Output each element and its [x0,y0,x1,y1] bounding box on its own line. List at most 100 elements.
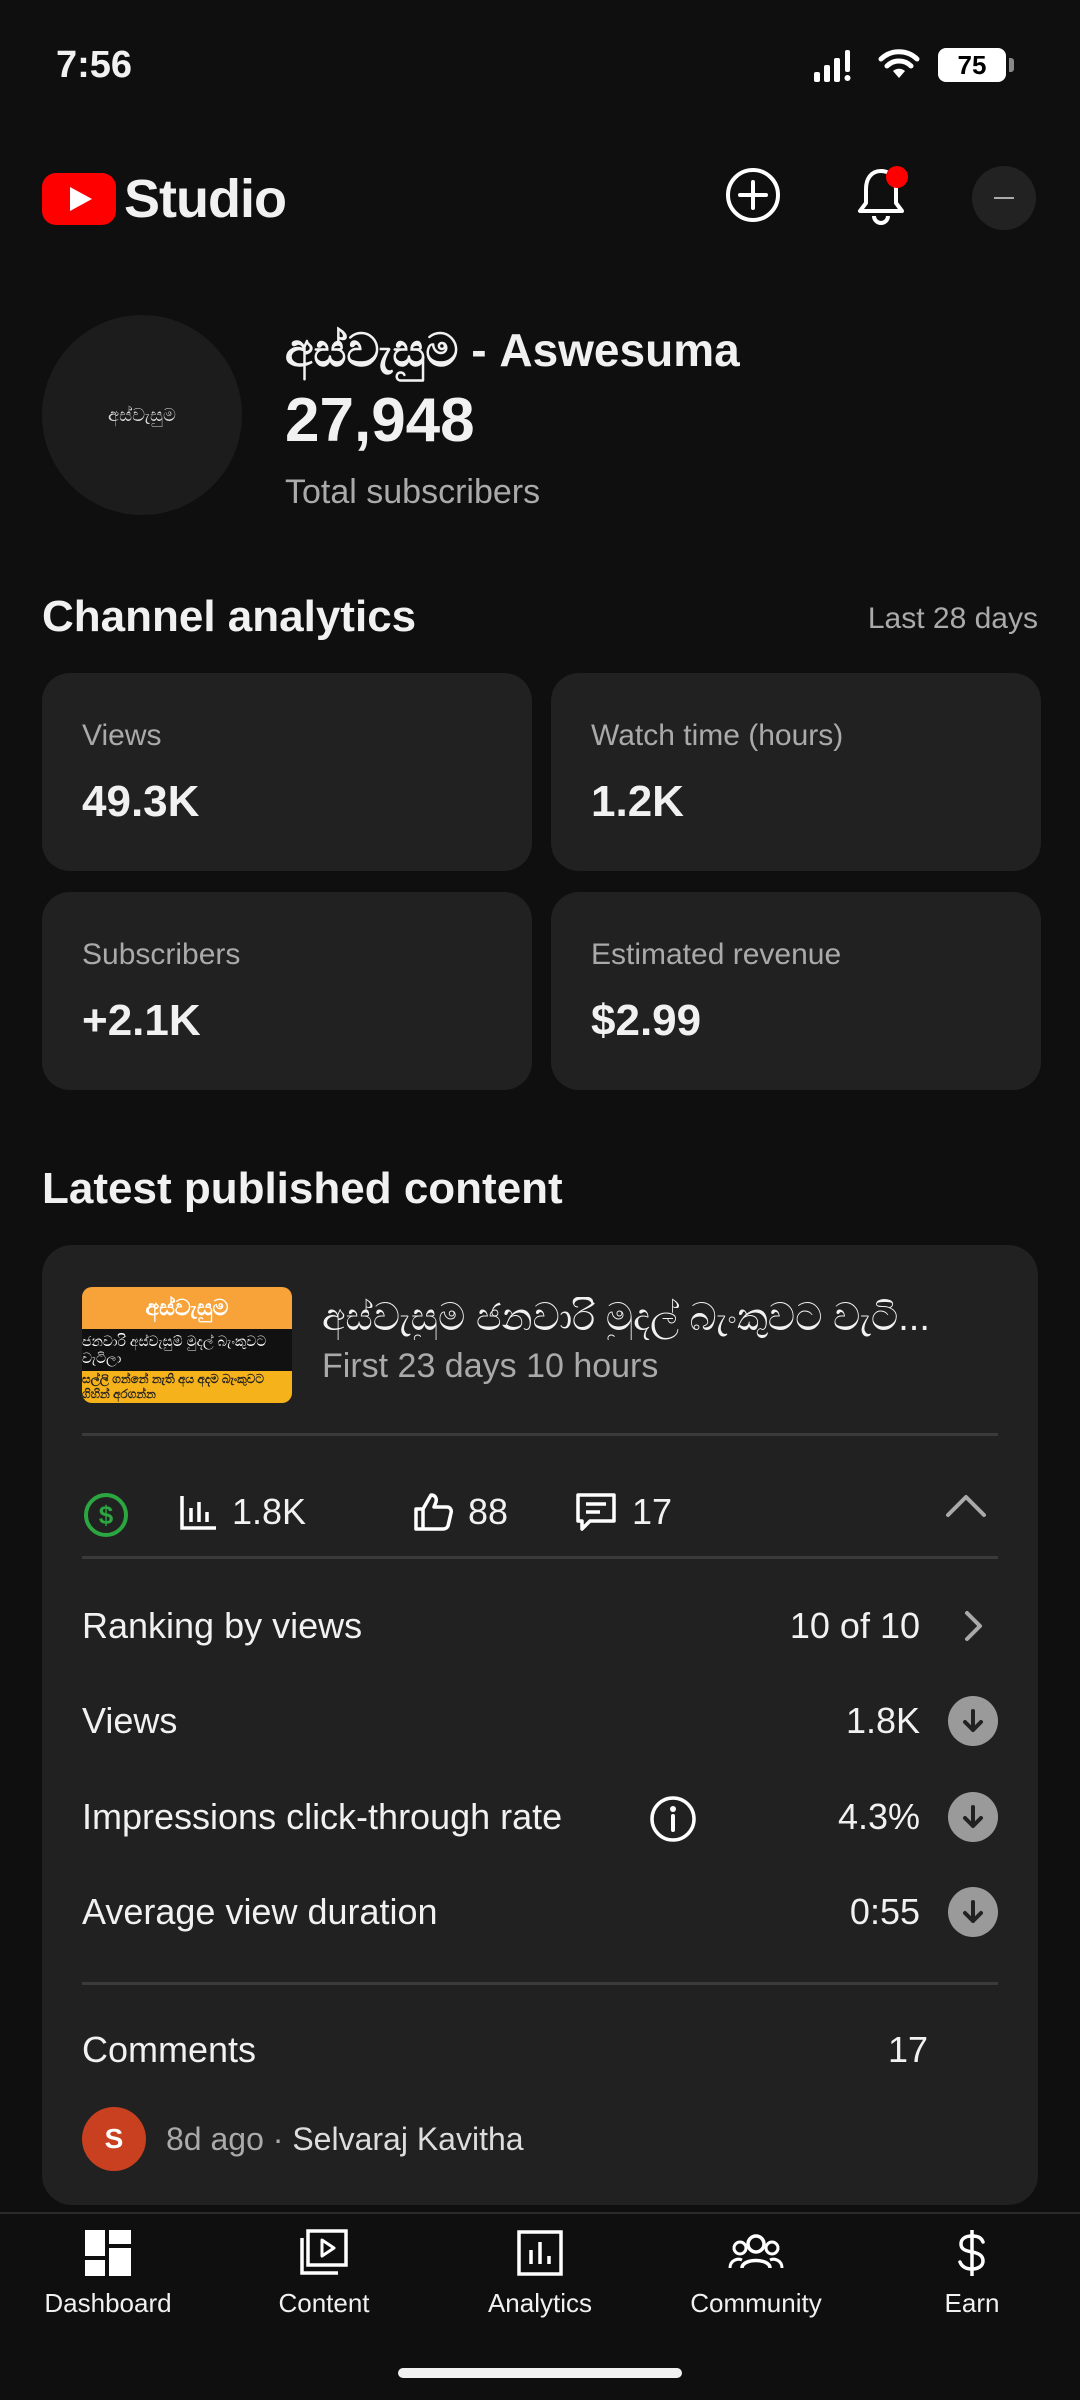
status-bar: 7:56 75 [0,0,1080,130]
views-card[interactable]: Views 49.3K [42,673,532,871]
commenter-avatar: S [82,2107,146,2171]
card-value: $2.99 [591,996,702,1045]
nav-label: Analytics [487,2288,593,2318]
comments-stat: 17 [574,1491,672,1533]
divider [82,1433,998,1436]
bar-chart-icon [180,1496,216,1530]
comments-label: Comments [82,2029,257,2070]
analytics-icon [517,2230,563,2276]
channel-avatar[interactable]: අස්වැසුම [42,315,242,515]
wifi-icon [878,49,920,78]
thumbnail-footer: සල්ලි ගන්නේ නැති අය අදම බැංකුවට ගිහින් අ… [82,1371,292,1403]
latest-content-card: අස්වැසුම ජනවාරි අස්වැසුම් මුදල් බැංකුවට … [42,1245,1038,2205]
comment-separator: · [263,2121,293,2157]
create-button[interactable] [718,160,788,230]
metric-value: 10 of 10 [789,1605,920,1646]
analytics-period: Last 28 days [867,602,1038,635]
comments-row[interactable]: Comments 17 [82,2021,998,2081]
dollar-circle-icon: $ [84,1493,128,1537]
studio-logo[interactable]: Studio [42,168,287,230]
battery-icon: 75 [938,48,1014,82]
card-label: Watch time (hours) [591,719,844,752]
subscribers-card[interactable]: Subscribers +2.1K [42,892,532,1090]
nav-label: Dashboard [44,2288,172,2318]
svg-text:$: $ [99,1500,114,1530]
chevron-right-icon [965,1611,982,1641]
status-time: 7:56 [56,44,133,86]
logo-text: Studio [124,169,287,229]
video-title[interactable]: අස්වැසුම ජනවාරි මුදල් බැංකුවට වැටි... [322,1297,1002,1340]
arrow-down-icon [948,1696,998,1746]
video-stats-row: $ 1.8K 88 17 [82,1477,998,1557]
comment-time: 8d ago [166,2121,264,2157]
divider [82,1982,998,1985]
avd-metric-row: Average view duration 0:55 [82,1883,998,1943]
nav-label: Community [690,2288,822,2318]
card-value: +2.1K [82,996,201,1045]
channel-summary: අස්වැසුම අස්වැසුම - Aswesuma 27,948 Tota… [42,315,1042,515]
channel-analytics-title: Channel analytics [42,592,417,641]
comment-author: Selvaraj Kavitha [292,2121,524,2157]
metric-label: Ranking by views [82,1605,363,1646]
community-icon [728,2234,784,2269]
metric-label: Impressions click-through rate [82,1796,563,1837]
metric-value: 4.3% [837,1796,920,1837]
comments-count: 17 [632,1491,673,1532]
card-label: Views [82,719,162,752]
video-thumbnail[interactable]: අස්වැසුම ජනවාරි අස්වැසුම් මුදල් බැංකුවට … [82,1287,292,1403]
likes-count: 88 [468,1491,509,1532]
nav-analytics[interactable]: Analytics [432,2228,648,2338]
thumbs-up-icon [414,1493,453,1531]
likes-stat: 88 [412,1491,508,1533]
notification-dot [886,166,908,188]
ranking-row[interactable]: Ranking by views 10 of 10 [82,1597,998,1657]
nav-earn[interactable]: Earn [864,2228,1080,2338]
revenue-card[interactable]: Estimated revenue $2.99 [551,892,1041,1090]
divider [82,1556,998,1559]
latest-content-title: Latest published content [42,1164,563,1213]
youtube-logo-icon [42,173,116,225]
info-icon[interactable] [648,1794,698,1844]
monetization-status: $ [82,1491,130,1539]
nav-label: Content [278,2288,370,2318]
arrow-down-icon [948,1887,998,1937]
card-label: Estimated revenue [591,938,842,971]
metric-label: Views [82,1700,178,1741]
add-circle-icon [726,168,780,222]
dashboard-icon [85,2230,131,2276]
nav-community[interactable]: Community [648,2228,864,2338]
nav-label: Earn [944,2288,1000,2318]
comments-total: 17 [887,2029,928,2070]
studio-dashboard: 7:56 75 Studio අස්වැසුම අස්වැසුම - Aswes… [0,0,1080,2400]
ctr-metric-row: Impressions click-through rate 4.3% [82,1788,998,1848]
subscriber-label: Total subscribers [285,473,541,511]
channel-name: අස්වැසුම - Aswesuma [285,324,740,376]
comment-meta: 8d ago · Selvaraj Kavitha [166,2121,524,2158]
views-count: 1.8K [232,1491,307,1532]
thumbnail-title: අස්වැසුම [82,1287,292,1329]
nav-content[interactable]: Content [216,2228,432,2338]
earn-icon [958,2230,985,2276]
video-period: First 23 days 10 hours [322,1347,659,1385]
account-avatar[interactable] [972,166,1036,230]
content-icon [300,2229,348,2275]
nav-dashboard[interactable]: Dashboard [0,2228,216,2338]
metric-label: Average view duration [82,1891,438,1932]
notifications-button[interactable] [846,160,916,230]
views-stat: 1.8K [178,1491,306,1533]
arrow-down-icon [948,1792,998,1842]
card-value: 1.2K [591,777,684,826]
card-value: 49.3K [82,777,200,826]
app-header: Studio [0,160,1080,240]
signal-icon [814,50,851,82]
card-label: Subscribers [82,938,241,971]
home-indicator[interactable] [398,2368,682,2378]
subscriber-count: 27,948 [285,386,475,455]
comment-preview[interactable]: S 8d ago · Selvaraj Kavitha [82,2107,998,2173]
chevron-up-icon [946,1495,986,1517]
metric-value: 0:55 [849,1891,920,1932]
metric-value: 1.8K [845,1700,920,1741]
collapse-button[interactable] [944,1491,988,1521]
status-icons: 75 [812,48,1014,82]
watch-time-card[interactable]: Watch time (hours) 1.2K [551,673,1041,871]
